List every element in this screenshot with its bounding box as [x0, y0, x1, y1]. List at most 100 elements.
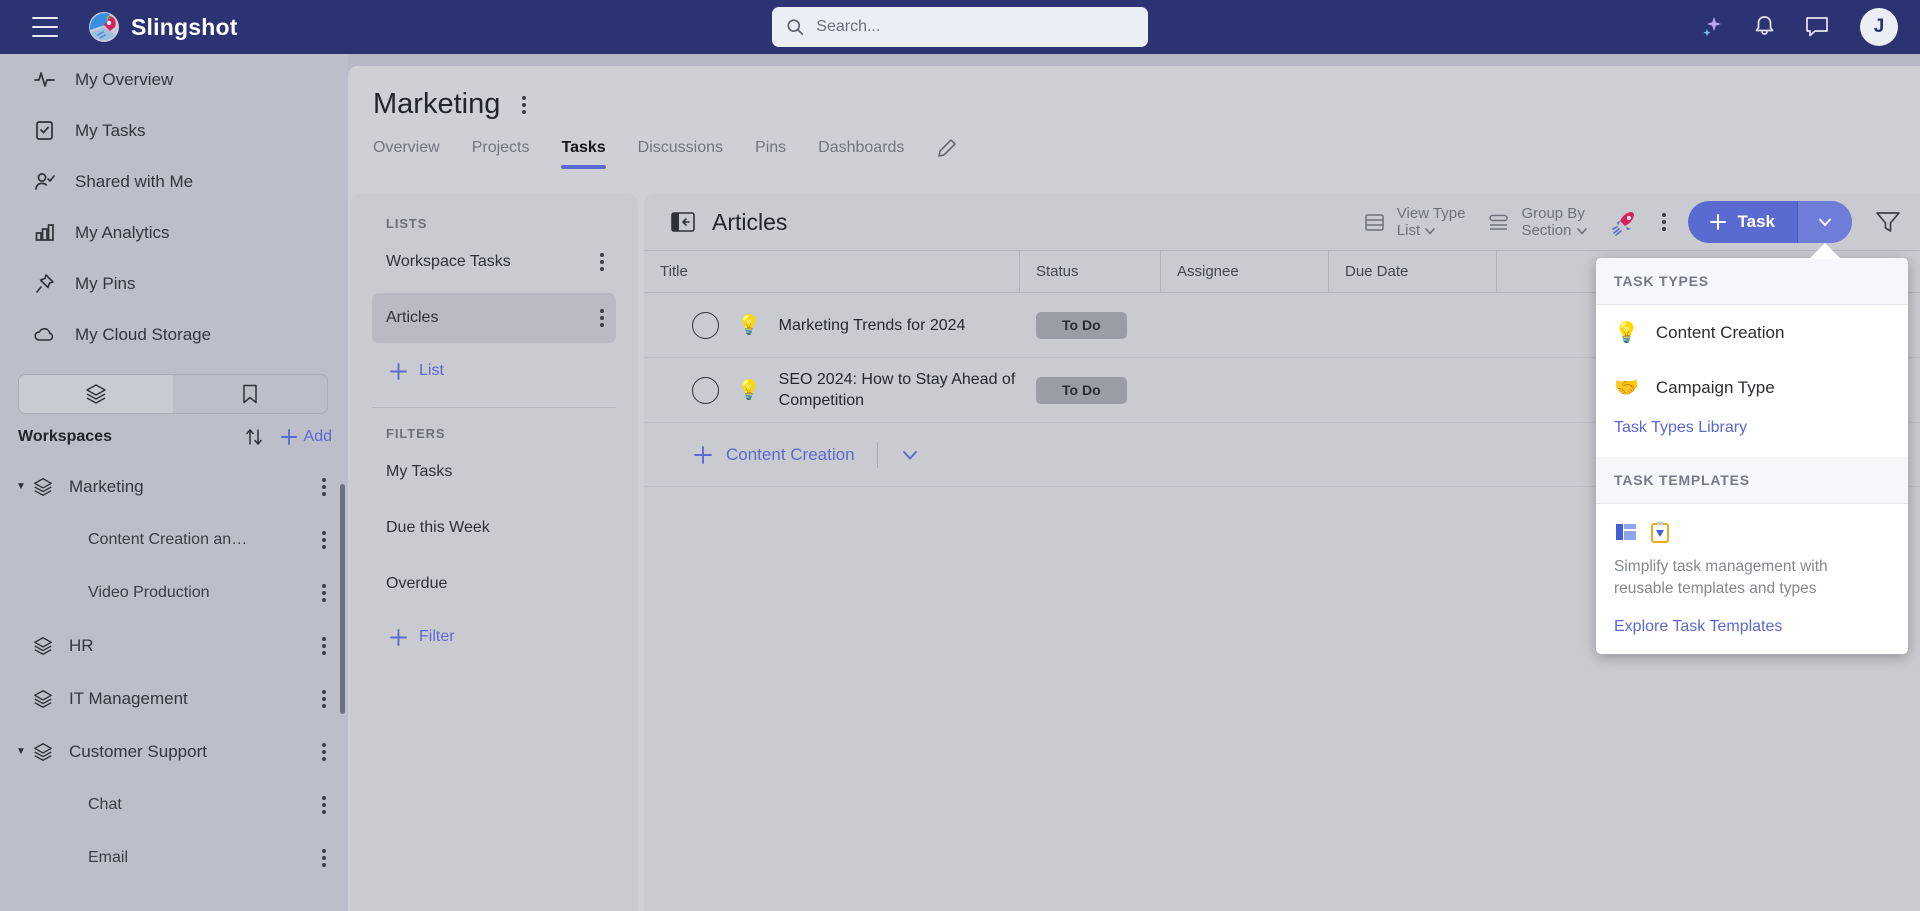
- task-status-cell[interactable]: To Do: [1020, 311, 1161, 339]
- more-vertical-icon[interactable]: [1661, 213, 1666, 231]
- toggle-workspaces-tab[interactable]: [19, 375, 173, 413]
- task-types-library-link[interactable]: Task Types Library: [1596, 415, 1908, 457]
- column-header-assignee[interactable]: Assignee: [1161, 250, 1329, 293]
- tasks-title: Articles: [712, 208, 788, 235]
- sidebar-item-my-analytics[interactable]: My Analytics: [0, 207, 348, 258]
- add-task-dropdown-toggle[interactable]: [1798, 201, 1852, 243]
- list-item-label: Articles: [386, 309, 439, 326]
- chevron-down-icon[interactable]: ▼: [16, 481, 32, 492]
- add-list-button[interactable]: List: [372, 347, 616, 395]
- workspace-row-chat[interactable]: Chat: [0, 778, 348, 831]
- brand[interactable]: Slingshot: [88, 11, 238, 43]
- task-complete-checkbox[interactable]: [692, 376, 719, 404]
- chevron-down-icon: [1576, 227, 1587, 234]
- more-vertical-icon[interactable]: [322, 477, 326, 496]
- explore-task-templates-link[interactable]: Explore Task Templates: [1614, 618, 1890, 636]
- more-vertical-icon[interactable]: [322, 795, 326, 814]
- add-filter-button[interactable]: Filter: [372, 613, 616, 661]
- page-header: Marketing: [348, 66, 1920, 121]
- page-more-icon[interactable]: [522, 95, 527, 114]
- column-header-title[interactable]: Title: [644, 250, 1020, 293]
- sidebar-item-my-overview[interactable]: My Overview: [0, 54, 348, 105]
- lightbulb-icon: 💡: [737, 315, 761, 336]
- sidebar-item-shared-with-me[interactable]: Shared with Me: [0, 156, 348, 207]
- filter-funnel-icon[interactable]: [1874, 209, 1902, 235]
- search-box[interactable]: [772, 7, 1148, 47]
- more-vertical-icon[interactable]: [322, 530, 326, 549]
- collapse-panel-icon[interactable]: [670, 209, 696, 235]
- list-item-workspace-tasks[interactable]: Workspace Tasks: [372, 237, 616, 287]
- more-vertical-icon[interactable]: [600, 253, 604, 271]
- tab-dashboards[interactable]: Dashboards: [818, 139, 904, 169]
- task-status-cell[interactable]: To Do: [1020, 376, 1161, 404]
- more-vertical-icon[interactable]: [322, 689, 326, 708]
- filter-item-due-this-week[interactable]: Due this Week: [372, 503, 616, 553]
- workspace-row-customer-support[interactable]: ▼ Customer Support: [0, 725, 348, 778]
- layers-icon: [32, 476, 54, 498]
- sort-arrows-icon[interactable]: [243, 426, 265, 448]
- layers-icon: [32, 741, 54, 763]
- sidebar-item-my-tasks[interactable]: My Tasks: [0, 105, 348, 156]
- more-vertical-icon[interactable]: [322, 742, 326, 761]
- toggle-bookmarks-tab[interactable]: [173, 375, 327, 413]
- workspace-row-video-production[interactable]: Video Production: [0, 566, 348, 619]
- add-task-row-label: Content Creation: [726, 444, 855, 464]
- task-title-cell[interactable]: 💡 SEO 2024: How to Stay Ahead of Competi…: [644, 369, 1020, 411]
- tab-overview[interactable]: Overview: [373, 139, 440, 169]
- more-vertical-icon[interactable]: [322, 583, 326, 602]
- more-vertical-icon[interactable]: [322, 636, 326, 655]
- view-type-selector[interactable]: View Type List: [1363, 205, 1465, 240]
- workspace-row-email[interactable]: Email: [0, 831, 348, 884]
- chat-messages-icon[interactable]: [1804, 14, 1830, 40]
- workspace-row-marketing[interactable]: ▼ Marketing: [0, 460, 348, 513]
- workspace-row-it-management[interactable]: IT Management: [0, 672, 348, 725]
- add-content-creation-task-button[interactable]: Content Creation: [692, 444, 855, 466]
- filter-item-my-tasks[interactable]: My Tasks: [372, 447, 616, 497]
- more-vertical-icon[interactable]: [600, 309, 604, 327]
- workspace-row-content-creation[interactable]: Content Creation an…: [0, 513, 348, 566]
- tab-tasks[interactable]: Tasks: [561, 139, 606, 169]
- workspace-row-hr[interactable]: HR: [0, 619, 348, 672]
- sidebar-scrollbar[interactable]: [340, 484, 345, 714]
- chevron-down-icon[interactable]: ▼: [16, 746, 32, 757]
- task-type-content-creation[interactable]: 💡 Content Creation: [1596, 305, 1908, 360]
- more-vertical-icon[interactable]: [322, 848, 326, 867]
- filter-item-label: My Tasks: [386, 463, 453, 480]
- group-by-selector[interactable]: Group By Section: [1487, 205, 1587, 240]
- task-complete-checkbox[interactable]: [692, 311, 719, 339]
- column-header-due-date[interactable]: Due Date: [1329, 250, 1497, 293]
- search-input[interactable]: [816, 18, 1134, 36]
- pencil-edit-icon[interactable]: [936, 137, 958, 169]
- filters-caption: FILTERS: [386, 426, 446, 441]
- task-title-cell[interactable]: 💡 Marketing Trends for 2024: [644, 311, 1020, 339]
- avatar[interactable]: J: [1860, 8, 1898, 46]
- bell-notifications-icon[interactable]: [1752, 14, 1778, 40]
- chevron-down-icon[interactable]: [900, 445, 920, 465]
- row-divider: [876, 441, 878, 468]
- task-types-caption: TASK TYPES: [1596, 258, 1908, 305]
- add-task-button[interactable]: Task: [1687, 201, 1852, 243]
- column-header-status[interactable]: Status: [1020, 250, 1161, 293]
- hamburger-icon[interactable]: [32, 17, 58, 37]
- rocket-icon[interactable]: [1610, 207, 1640, 237]
- list-item-articles[interactable]: Articles: [372, 293, 616, 343]
- sidebar-item-label: My Tasks: [75, 120, 146, 140]
- bar-chart-icon: [33, 221, 56, 244]
- tab-discussions[interactable]: Discussions: [638, 139, 723, 169]
- layers-icon: [86, 384, 106, 404]
- add-task-main[interactable]: Task: [1688, 212, 1798, 232]
- workspace-label: IT Management: [69, 688, 188, 708]
- tab-projects[interactable]: Projects: [472, 139, 530, 169]
- workspaces-header: Workspaces Add: [0, 414, 348, 460]
- plus-icon: [1709, 214, 1726, 230]
- tab-pins[interactable]: Pins: [755, 139, 786, 169]
- add-workspace-button[interactable]: Add: [279, 427, 332, 447]
- sidebar-item-label: My Pins: [75, 273, 136, 293]
- sidebar-item-my-pins[interactable]: My Pins: [0, 258, 348, 309]
- sparkle-ai-icon[interactable]: [1700, 14, 1726, 40]
- sidebar-item-my-cloud-storage[interactable]: My Cloud Storage: [0, 309, 348, 360]
- bookmark-icon: [243, 384, 257, 404]
- filter-item-overdue[interactable]: Overdue: [372, 559, 616, 609]
- sidebar-item-label: My Cloud Storage: [75, 324, 212, 344]
- task-type-campaign-type[interactable]: 🤝 Campaign Type: [1596, 360, 1908, 415]
